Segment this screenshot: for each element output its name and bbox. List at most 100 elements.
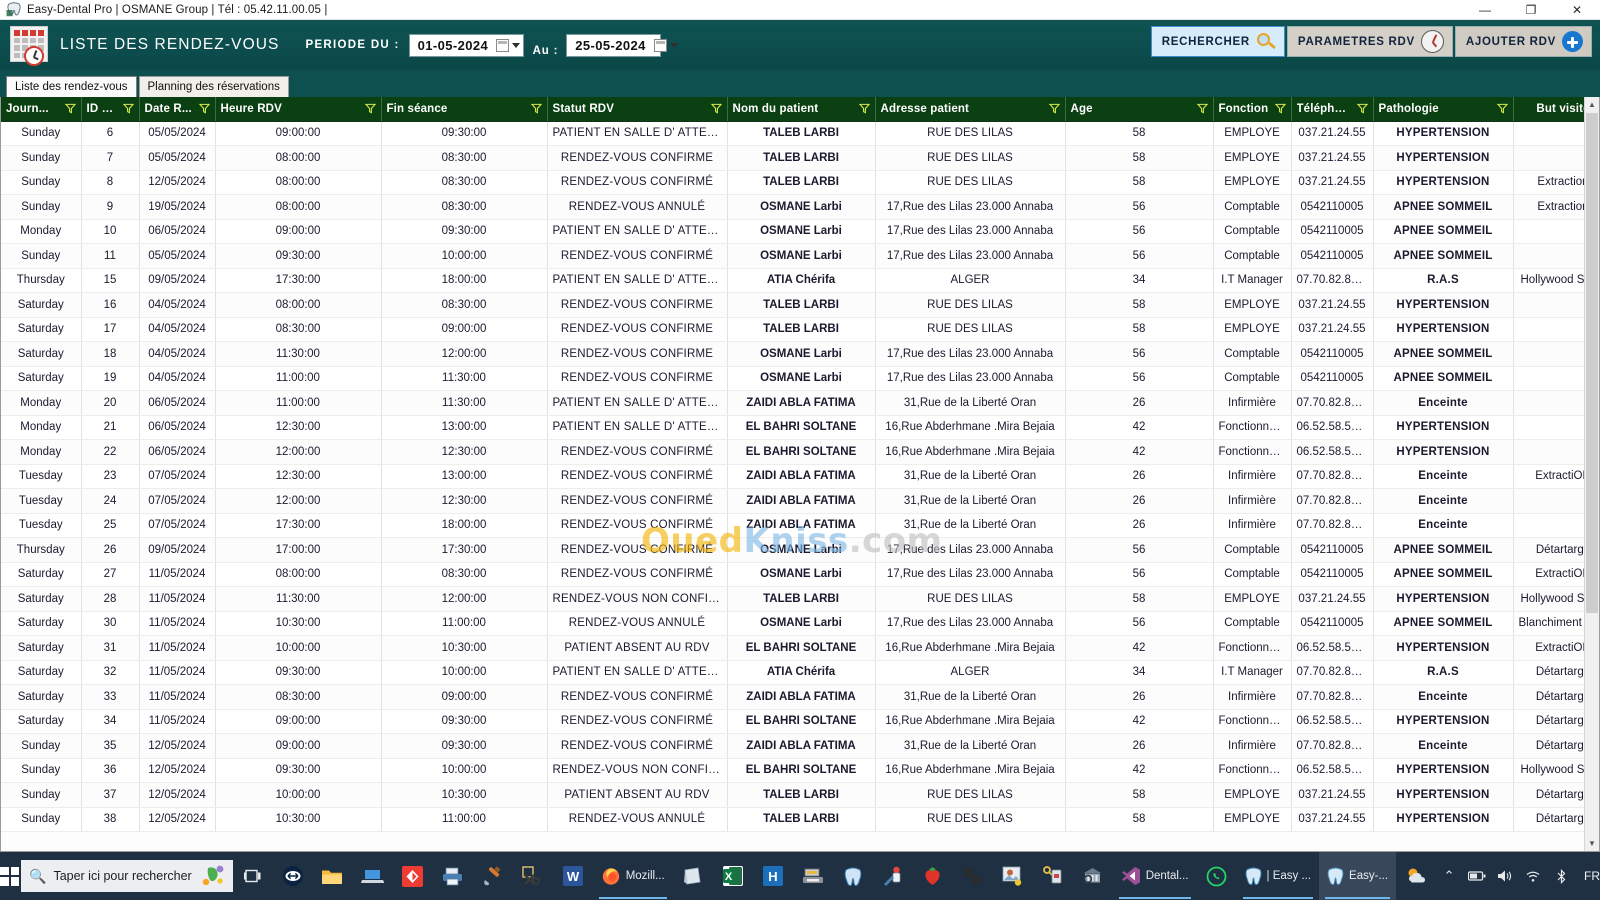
table-row[interactable]: Sunday812/05/202408:00:0008:30:00RENDEZ-… [1,170,1600,195]
taskbar-item-visual-studio-icon[interactable]: Dental... [1113,852,1197,900]
column-header-job[interactable]: Fonction [1213,97,1291,121]
start-button[interactable] [0,852,19,900]
taskbar-item-file-explorer-icon[interactable] [313,852,353,900]
table-row[interactable]: Saturday3211/05/202409:30:0010:00:00PATI… [1,660,1600,685]
rechercher-button[interactable]: RECHERCHER [1151,26,1285,57]
table-row[interactable]: Sunday3512/05/202409:00:0009:30:00RENDEZ… [1,734,1600,759]
table-row[interactable]: Saturday3311/05/202408:30:0009:00:00REND… [1,685,1600,710]
column-header-day[interactable]: Journ... [1,97,81,121]
table-row[interactable]: Tuesday2407/05/202412:00:0012:30:00RENDE… [1,489,1600,514]
date-from-controls[interactable] [496,39,523,52]
filter-funnel-icon[interactable] [1049,103,1060,114]
filter-funnel-icon[interactable] [1497,103,1508,114]
taskbar-item-excel-icon[interactable]: X [713,852,753,900]
taskbar-item-tooth-window-icon[interactable]: | Easy ... [1237,852,1320,900]
bluetooth-icon[interactable] [1548,852,1574,900]
date-to-controls[interactable] [654,39,681,52]
filter-funnel-icon[interactable] [711,103,722,114]
table-row[interactable]: Monday2106/05/202412:30:0013:00:00PATIEN… [1,415,1600,440]
taskbar-item-gears-icon[interactable] [953,852,993,900]
table-row[interactable]: Saturday2811/05/202411:30:0012:00:00REND… [1,587,1600,612]
battery-icon[interactable] [1464,852,1490,900]
taskbar-item-browser-opera-icon[interactable] [273,852,313,900]
filter-funnel-icon[interactable] [1197,103,1208,114]
column-header-name[interactable]: Nom du patient [727,97,875,121]
filter-funnel-icon[interactable] [65,103,76,114]
taskbar-item-cash-register-icon[interactable] [793,852,833,900]
cortana-circle-icon[interactable] [199,864,225,888]
filter-funnel-icon[interactable] [1275,103,1286,114]
filter-funnel-icon[interactable] [199,103,210,114]
table-row[interactable]: Sunday3712/05/202410:00:0010:30:00PATIEN… [1,783,1600,808]
taskbar-item-firefox-icon[interactable]: Mozill... [593,852,673,900]
table-row[interactable]: Monday2006/05/202411:00:0011:30:00PATIEN… [1,391,1600,416]
filter-funnel-icon[interactable] [365,103,376,114]
close-button[interactable]: ✕ [1554,0,1600,20]
taskbar-item-key-lock-icon[interactable] [1033,852,1073,900]
table-row[interactable]: Monday1006/05/202409:00:0009:30:00PATIEN… [1,219,1600,244]
column-header-start[interactable]: Heure RDV [215,97,381,121]
taskbar-item-tools-icon[interactable] [513,852,553,900]
taskbar-item-bank-search-icon[interactable] [1073,852,1113,900]
taskbar-item-notepad-icon[interactable] [673,852,713,900]
table-row[interactable]: Monday2206/05/202412:00:0012:30:00RENDEZ… [1,440,1600,465]
task-view-button[interactable] [233,852,273,900]
table-row[interactable]: Thursday1509/05/202417:30:0018:00:00PATI… [1,268,1600,293]
taskbar-item-h-app-icon[interactable]: H [753,852,793,900]
scroll-down-arrow[interactable]: ▼ [1585,836,1599,851]
scroll-up-arrow[interactable]: ▲ [1585,97,1599,112]
taskbar-item-dentist-chair-icon[interactable] [873,852,913,900]
taskbar-item-paint-icon[interactable] [473,852,513,900]
table-row[interactable]: Saturday1804/05/202411:30:0012:00:00REND… [1,342,1600,367]
table-row[interactable]: Saturday3111/05/202410:00:0010:30:00PATI… [1,636,1600,661]
date-to-input[interactable]: 25-05-2024 [566,34,661,57]
table-row[interactable]: Saturday1604/05/202408:00:0008:30:00REND… [1,293,1600,318]
taskbar-item-printer-icon[interactable] [433,852,473,900]
table-row[interactable]: Saturday1904/05/202411:00:0011:30:00REND… [1,366,1600,391]
maximize-button[interactable]: ❐ [1508,0,1554,20]
calendar-picker-icon[interactable] [654,39,667,52]
column-header-address[interactable]: Adresse patient [875,97,1065,121]
scroll-thumb[interactable] [1586,113,1598,613]
table-row[interactable]: Saturday3411/05/202409:00:0009:30:00REND… [1,709,1600,734]
column-header-id[interactable]: ID R... [81,97,139,121]
taskbar-item-word-icon[interactable]: W [553,852,593,900]
parametres-rdv-button[interactable]: PARAMETRES RDV [1287,26,1453,57]
taskbar-item-whatsapp-icon[interactable] [1197,852,1237,900]
date-from-input[interactable]: 01-05-2024 [409,34,524,57]
filter-funnel-icon[interactable] [859,103,870,114]
ajouter-rdv-button[interactable]: AJOUTER RDV [1455,26,1592,57]
wifi-icon[interactable] [1520,852,1546,900]
table-row[interactable]: Tuesday2307/05/202412:30:0013:00:00RENDE… [1,464,1600,489]
table-row[interactable]: Sunday3812/05/202410:30:0011:00:00RENDEZ… [1,807,1600,832]
column-header-age[interactable]: Age [1065,97,1213,121]
table-row[interactable]: Thursday2609/05/202417:00:0017:30:00REND… [1,538,1600,563]
taskbar-item-laptop-icon[interactable] [353,852,393,900]
column-header-pathology[interactable]: Pathologie [1373,97,1513,121]
table-row[interactable]: Sunday3612/05/202409:30:0010:00:00RENDEZ… [1,758,1600,783]
table-row[interactable]: Saturday2711/05/202408:00:0008:30:00REND… [1,562,1600,587]
table-row[interactable]: Tuesday2507/05/202417:30:0018:00:00RENDE… [1,513,1600,538]
taskbar-item-tooth-window-icon-2[interactable]: Easy-... [1319,852,1396,900]
filter-funnel-icon[interactable] [1357,103,1368,114]
language-indicator[interactable]: FRA [1576,869,1600,883]
table-row[interactable]: Saturday3011/05/202410:30:0011:00:00REND… [1,611,1600,636]
minimize-button[interactable]: — [1462,0,1508,20]
taskbar-item-strawberry-icon[interactable] [913,852,953,900]
table-row[interactable]: Sunday605/05/202409:00:0009:30:00PATIENT… [1,121,1600,146]
taskbar-item-weather-cloud-icon[interactable] [1396,852,1436,900]
column-header-end[interactable]: Fin séance [381,97,547,121]
column-header-status[interactable]: Statut RDV [547,97,727,121]
chevron-down-icon[interactable] [512,43,520,48]
tab-liste-des-rendez-vous[interactable]: Liste des rendez-vous [6,76,137,97]
taskbar-item-tooth-app-icon[interactable] [833,852,873,900]
tray-chevron-icon[interactable]: ⌃ [1436,852,1462,900]
table-row[interactable]: Sunday705/05/202408:00:0008:30:00RENDEZ-… [1,146,1600,171]
volume-icon[interactable] [1492,852,1518,900]
table-row[interactable]: Sunday1105/05/202409:30:0010:00:00RENDEZ… [1,244,1600,269]
filter-funnel-icon[interactable] [123,103,134,114]
column-header-phone[interactable]: Téléphone ... [1291,97,1373,121]
taskbar-item-red-diamond-app-icon[interactable] [393,852,433,900]
filter-funnel-icon[interactable] [531,103,542,114]
table-row[interactable]: Saturday1704/05/202408:30:0009:00:00REND… [1,317,1600,342]
